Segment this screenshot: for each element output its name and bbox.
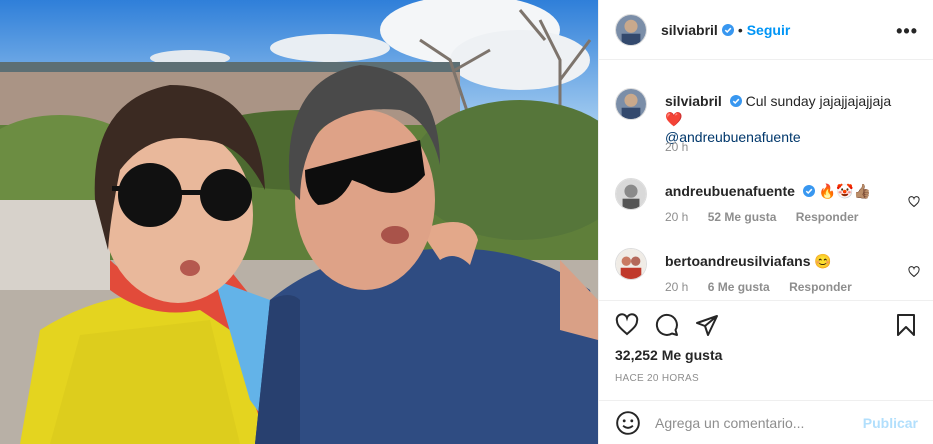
comment-text-block: bertoandreusilviafans 😊 [665, 252, 895, 270]
bookmark-icon[interactable] [894, 313, 918, 337]
smiley-icon[interactable] [615, 410, 641, 436]
post-timestamp[interactable]: HACE 20 HORAS [615, 373, 699, 384]
add-comment-bar: Publicar [599, 400, 933, 444]
reply-button[interactable]: Responder [789, 280, 852, 294]
publish-button[interactable]: Publicar [863, 415, 918, 431]
instagram-post: silviabril • Seguir ••• silviabril Cul s… [0, 0, 933, 444]
heart-icon[interactable] [908, 266, 920, 278]
comment-text: 😊 [814, 253, 832, 269]
likes-count[interactable]: 32,252 Me gusta [615, 347, 722, 363]
comment-likes[interactable]: 6 Me gusta [708, 280, 770, 294]
comment-meta: 20 h 6 Me gusta Responder [665, 280, 868, 294]
follow-button[interactable]: Seguir [747, 22, 791, 38]
comment-username[interactable]: bertoandreusilviafans [665, 253, 811, 269]
comment-item: bertoandreusilviafans 😊 20 h 6 Me gusta … [615, 248, 920, 298]
caption-text: Cul sunday jajajjajajjaja [745, 93, 892, 109]
verified-badge-icon [721, 23, 734, 36]
commenter-avatar[interactable] [615, 178, 647, 210]
post-header: silviabril • Seguir ••• [599, 0, 933, 60]
heart-emoji: ❤️ [665, 111, 683, 127]
caption: silviabril Cul sunday jajajjajajjaja ❤️ … [615, 88, 920, 158]
author-avatar[interactable] [615, 13, 647, 46]
author-username[interactable]: silviabril [661, 22, 718, 38]
comment-item: andreubuenafuente 🔥🤡👍🏽 20 h 52 Me gusta … [615, 178, 920, 228]
post-photo[interactable] [0, 0, 598, 444]
comment-text-block: andreubuenafuente 🔥🤡👍🏽 [665, 182, 895, 200]
heart-icon[interactable] [615, 313, 639, 337]
comment-time[interactable]: 20 h [665, 210, 688, 224]
caption-meta: 20 h [665, 140, 704, 154]
comment-likes[interactable]: 52 Me gusta [708, 210, 777, 224]
caption-text-block: silviabril Cul sunday jajajjajajjaja ❤️ … [665, 92, 895, 146]
paper-plane-icon[interactable] [695, 313, 719, 337]
comment-input[interactable] [655, 414, 865, 431]
heart-icon[interactable] [908, 196, 920, 208]
separator-dot: • [737, 21, 743, 38]
comment-bubble-icon[interactable] [655, 313, 679, 337]
verified-badge-icon [729, 95, 742, 107]
commenter-avatar[interactable] [615, 248, 647, 280]
selfie-photo-illustration [0, 0, 598, 444]
caption-time[interactable]: 20 h [665, 140, 688, 154]
post-actions: 32,252 Me gusta HACE 20 HORAS [599, 300, 933, 400]
comment-username[interactable]: andreubuenafuente [665, 183, 795, 199]
comment-text: 🔥🤡👍🏽 [818, 183, 871, 199]
caption-username[interactable]: silviabril [665, 93, 722, 109]
caption-avatar[interactable] [615, 88, 647, 120]
verified-badge-icon [802, 185, 815, 197]
comment-time[interactable]: 20 h [665, 280, 688, 294]
comment-meta: 20 h 52 Me gusta Responder [665, 210, 874, 224]
ellipsis-icon[interactable]: ••• [896, 21, 918, 42]
reply-button[interactable]: Responder [796, 210, 859, 224]
comments-list: silviabril Cul sunday jajajjajajjaja ❤️ … [599, 60, 933, 300]
post-side-panel: silviabril • Seguir ••• silviabril Cul s… [598, 0, 933, 444]
